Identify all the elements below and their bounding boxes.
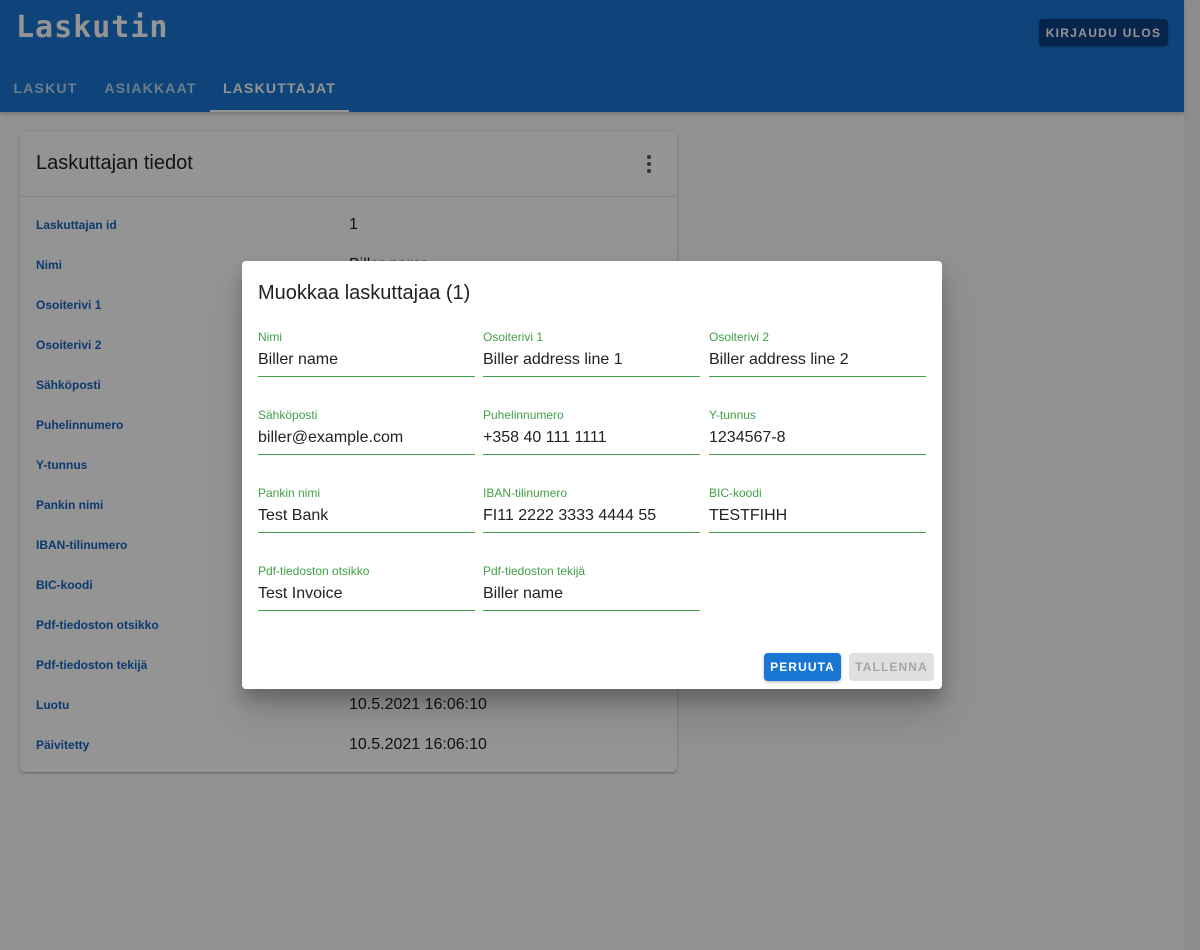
field-label: Pdf-tiedoston otsikko (258, 564, 370, 578)
field-label: Osoiterivi 2 (709, 330, 770, 344)
business-id-input[interactable] (709, 422, 926, 455)
bic-input[interactable] (709, 500, 926, 533)
address-2-field: Osoiterivi 2 (709, 330, 926, 380)
email-input[interactable] (258, 422, 475, 455)
edit-biller-dialog: Muokkaa laskuttajaa (1) Nimi Osoiterivi … (242, 261, 942, 689)
phone-field: Puhelinnumero (483, 408, 700, 458)
field-label: Sähköposti (258, 408, 318, 422)
field-label: Nimi (258, 330, 282, 344)
pdf-title-input[interactable] (258, 578, 475, 611)
name-field: Nimi (258, 330, 475, 380)
bank-name-field: Pankin nimi (258, 486, 475, 536)
address-2-input[interactable] (709, 344, 926, 377)
field-label: Puhelinnumero (483, 408, 564, 422)
email-field: Sähköposti (258, 408, 475, 458)
phone-input[interactable] (483, 422, 700, 455)
field-label: Pdf-tiedoston tekijä (483, 564, 586, 578)
field-label: Y-tunnus (709, 408, 756, 422)
bic-field: BIC-koodi (709, 486, 926, 536)
address-1-input[interactable] (483, 344, 700, 377)
cancel-button[interactable]: PERUUTA (764, 653, 841, 681)
address-1-field: Osoiterivi 1 (483, 330, 700, 380)
field-label: BIC-koodi (709, 486, 762, 500)
iban-input[interactable] (483, 500, 700, 533)
iban-field: IBAN-tilinumero (483, 486, 700, 536)
bank-name-input[interactable] (258, 500, 475, 533)
business-id-field: Y-tunnus (709, 408, 926, 458)
pdf-author-input[interactable] (483, 578, 700, 611)
dialog-title: Muokkaa laskuttajaa (1) (258, 282, 471, 304)
field-label: Osoiterivi 1 (483, 330, 544, 344)
name-input[interactable] (258, 344, 475, 377)
save-button[interactable]: TALLENNA (849, 653, 934, 681)
pdf-title-field: Pdf-tiedoston otsikko (258, 564, 475, 614)
pdf-author-field: Pdf-tiedoston tekijä (483, 564, 700, 614)
field-label: IBAN-tilinumero (483, 486, 568, 500)
field-label: Pankin nimi (258, 486, 321, 500)
